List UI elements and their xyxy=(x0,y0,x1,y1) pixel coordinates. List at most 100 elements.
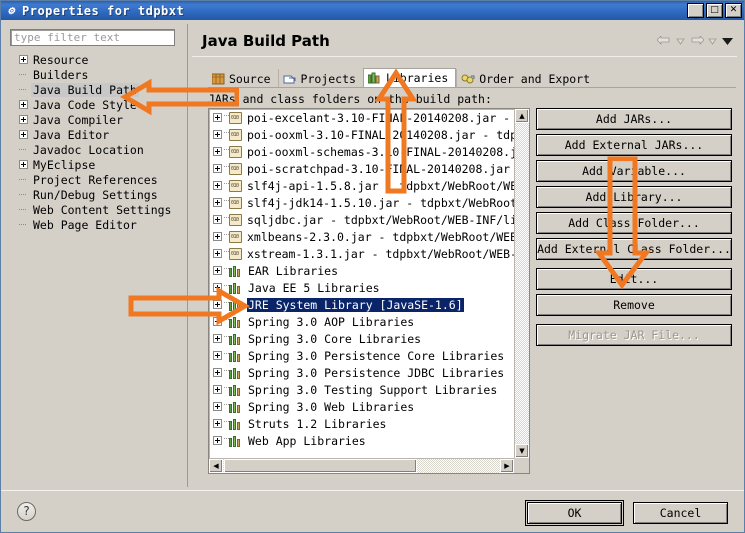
expand-icon[interactable] xyxy=(213,249,222,258)
expand-icon[interactable] xyxy=(213,317,222,326)
tab-order-and-export[interactable]: Order and Export xyxy=(456,69,598,88)
expand-icon[interactable] xyxy=(213,266,222,275)
list-horizontal-scrollbar[interactable]: ◀ ▶ xyxy=(209,458,514,473)
sidebar-item-java-compiler[interactable]: Java Compiler xyxy=(10,112,178,127)
expand-icon[interactable] xyxy=(213,351,222,360)
expand-icon[interactable] xyxy=(213,402,222,411)
libraries-action-buttons[interactable]: Add JARs... Add External JARs... Add Varia… xyxy=(536,108,732,350)
expand-icon[interactable] xyxy=(213,198,222,207)
library-entry[interactable]: sqljdbc.jar - tdpbxt/WebRoot/WEB-INF/lib xyxy=(209,211,515,228)
library-entry-label: poi-ooxml-schemas-3.10-FINAL-20140208.ja… xyxy=(247,144,515,159)
forward-arrow-icon[interactable] xyxy=(689,36,704,47)
sidebar-item-java-code-style[interactable]: Java Code Style xyxy=(10,97,178,112)
scroll-down-icon[interactable]: ▼ xyxy=(515,444,529,458)
filter-input[interactable]: type filter text xyxy=(10,29,175,46)
library-entry[interactable]: Spring 3.0 Web Libraries xyxy=(209,398,515,415)
library-entry[interactable]: EAR Libraries xyxy=(209,262,515,279)
list-vertical-scrollbar[interactable]: ▲ ▼ xyxy=(514,109,529,458)
expand-icon[interactable] xyxy=(213,436,222,445)
edit-button[interactable]: Edit... xyxy=(536,268,732,290)
cancel-button[interactable]: Cancel xyxy=(633,502,728,524)
minimize-icon[interactable]: _ xyxy=(687,3,704,19)
menu-dropdown-icon[interactable] xyxy=(721,36,734,47)
expand-icon[interactable] xyxy=(213,113,222,122)
sidebar-item-myeclipse[interactable]: MyEclipse xyxy=(10,157,178,172)
library-entry[interactable]: xmlbeans-2.3.0.jar - tdpbxt/WebRoot/WEB-… xyxy=(209,228,515,245)
library-entry[interactable]: poi-ooxml-schemas-3.10-FINAL-20140208.ja… xyxy=(209,143,515,160)
settings-tree[interactable]: Resource Builders Java Build Path Java Code… xyxy=(10,52,178,472)
expand-icon[interactable] xyxy=(213,385,222,394)
library-entry[interactable]: Spring 3.0 Core Libraries xyxy=(209,330,515,347)
forward-dropdown-icon[interactable] xyxy=(708,36,717,47)
library-icon xyxy=(229,299,243,311)
build-path-tabs[interactable]: Source Projects Libraries Order and Export xyxy=(208,68,736,88)
library-entry[interactable]: slf4j-jdk14-1.5.10.jar - tdpbxt/WebRoot/… xyxy=(209,194,515,211)
back-dropdown-icon[interactable] xyxy=(676,36,685,47)
expand-icon[interactable] xyxy=(213,181,222,190)
tab-libraries[interactable]: Libraries xyxy=(362,68,457,88)
add-external-jars-button[interactable]: Add External JARs... xyxy=(536,134,732,156)
back-arrow-icon[interactable] xyxy=(657,36,672,47)
expand-icon[interactable] xyxy=(213,300,222,309)
library-entry[interactable]: xstream-1.3.1.jar - tdpbxt/WebRoot/WEB-I… xyxy=(209,245,515,262)
sidebar-item-run-debug-settings[interactable]: Run/Debug Settings xyxy=(10,187,178,202)
expand-icon[interactable] xyxy=(19,55,28,64)
close-icon[interactable]: ✕ xyxy=(725,3,742,18)
help-icon[interactable]: ? xyxy=(17,502,36,521)
scroll-right-icon[interactable]: ▶ xyxy=(500,459,514,473)
library-entry[interactable]: Web App Libraries xyxy=(209,432,515,449)
expand-icon[interactable] xyxy=(213,283,222,292)
sidebar-item-project-references[interactable]: Project References xyxy=(10,172,178,187)
ok-button[interactable]: OK xyxy=(525,500,624,526)
library-entry[interactable]: poi-excelant-3.10-FINAL-20140208.jar - t… xyxy=(209,109,515,126)
expand-icon[interactable] xyxy=(213,130,222,139)
tab-label: Source xyxy=(229,71,271,86)
expand-icon[interactable] xyxy=(19,115,28,124)
tab-projects[interactable]: Projects xyxy=(277,69,363,88)
expand-icon[interactable] xyxy=(19,160,28,169)
hscroll-thumb[interactable] xyxy=(224,459,417,473)
title-bar[interactable]: ⚙ Properties for tdpbxt _ □ ✕ xyxy=(1,1,744,20)
remove-button[interactable]: Remove xyxy=(536,294,732,316)
add-library-button[interactable]: Add Library... xyxy=(536,186,732,208)
add-jars-button[interactable]: Add JARs... xyxy=(536,108,732,130)
sidebar-item-java-editor[interactable]: Java Editor xyxy=(10,127,178,142)
expand-icon[interactable] xyxy=(213,419,222,428)
expand-icon[interactable] xyxy=(19,100,28,109)
expand-icon[interactable] xyxy=(213,232,222,241)
library-entry[interactable]: poi-ooxml-3.10-FINAL-20140208.jar - tdpb… xyxy=(209,126,515,143)
sidebar-item-web-page-editor[interactable]: Web Page Editor xyxy=(10,217,178,232)
scroll-left-icon[interactable]: ◀ xyxy=(209,459,223,473)
add-external-class-folder-button[interactable]: Add External Class Folder... xyxy=(536,238,732,260)
library-icon xyxy=(229,384,243,396)
library-entry[interactable]: Spring 3.0 Persistence JDBC Libraries xyxy=(209,364,515,381)
library-entry[interactable]: Java EE 5 Libraries xyxy=(209,279,515,296)
library-entry[interactable]: Struts 1.2 Libraries xyxy=(209,415,515,432)
vscroll-track[interactable] xyxy=(515,124,529,443)
sidebar-item-builders[interactable]: Builders xyxy=(10,67,178,82)
libraries-list[interactable]: poi-excelant-3.10-FINAL-20140208.jar - t… xyxy=(208,108,530,474)
sidebar-item-java-build-path[interactable]: Java Build Path xyxy=(10,82,178,97)
sidebar-item-javadoc-location[interactable]: Javadoc Location xyxy=(10,142,178,157)
tab-source[interactable]: Source xyxy=(208,69,278,88)
libraries-list-items[interactable]: poi-excelant-3.10-FINAL-20140208.jar - t… xyxy=(209,109,515,459)
library-entry[interactable]: Spring 3.0 Persistence Core Libraries xyxy=(209,347,515,364)
expand-icon[interactable] xyxy=(19,130,28,139)
add-class-folder-button[interactable]: Add Class Folder... xyxy=(536,212,732,234)
migrate-jar-file-button: Migrate JAR File... xyxy=(536,324,732,346)
library-entry[interactable]: poi-scratchpad-3.10-FINAL-20140208.jar -… xyxy=(209,160,515,177)
library-entry[interactable]: Spring 3.0 Testing Support Libraries xyxy=(209,381,515,398)
maximize-icon[interactable]: □ xyxy=(706,3,723,18)
library-entry[interactable]: Spring 3.0 AOP Libraries xyxy=(209,313,515,330)
library-entry[interactable]: JRE System Library [JavaSE-1.6] xyxy=(209,296,515,313)
expand-icon[interactable] xyxy=(213,164,222,173)
sidebar-item-resource[interactable]: Resource xyxy=(10,52,178,67)
expand-icon[interactable] xyxy=(213,215,222,224)
scroll-up-icon[interactable]: ▲ xyxy=(515,109,529,123)
expand-icon[interactable] xyxy=(213,334,222,343)
expand-icon[interactable] xyxy=(213,368,222,377)
expand-icon[interactable] xyxy=(213,147,222,156)
sidebar-item-web-content-settings[interactable]: Web Content Settings xyxy=(10,202,178,217)
library-entry[interactable]: slf4j-api-1.5.8.jar - tdpbxt/WebRoot/WEB… xyxy=(209,177,515,194)
add-variable-button[interactable]: Add Variable... xyxy=(536,160,732,182)
